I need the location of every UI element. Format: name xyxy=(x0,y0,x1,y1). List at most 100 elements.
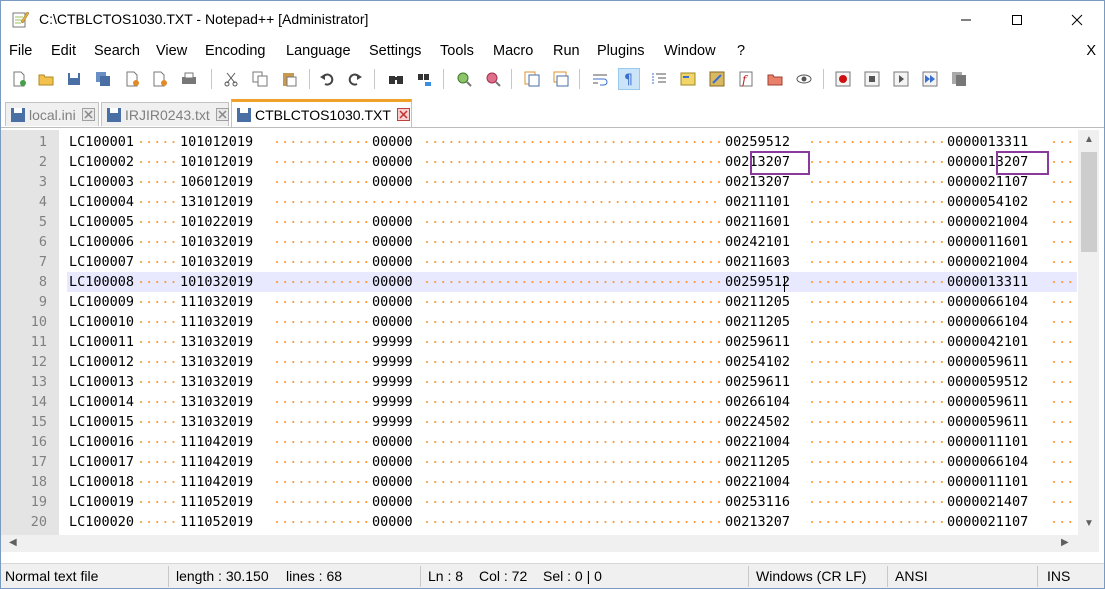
new-file-icon[interactable] xyxy=(8,68,30,90)
whitespace-dots xyxy=(273,381,369,383)
close-file-icon[interactable] xyxy=(121,68,143,90)
monitoring-icon[interactable] xyxy=(793,68,815,90)
tab-irjir0243[interactable]: IRJIR0243.txt xyxy=(101,102,229,126)
text-line[interactable]: LC100006 101032019 00000 00242101 0000011601 xyxy=(67,232,1077,252)
text-line[interactable]: LC100005 101022019 00000 00211601 0000021004 xyxy=(67,212,1077,232)
tab-close-icon[interactable] xyxy=(81,108,95,121)
whitespace-dots xyxy=(273,401,369,403)
menu-tools[interactable]: Tools xyxy=(440,43,474,59)
cut-icon[interactable] xyxy=(220,68,242,90)
text-line[interactable]: LC100001 101012019 00000 00259512 0000013311 xyxy=(67,132,1077,152)
redo-icon[interactable] xyxy=(344,68,366,90)
save-all-icon[interactable] xyxy=(92,68,114,90)
text-line[interactable]: LC100016 111042019 00000 00221004 0000011101 xyxy=(67,432,1077,452)
field-4: 00213207 xyxy=(725,172,791,192)
sync-horizontal-icon[interactable] xyxy=(550,68,572,90)
stop-macro-icon[interactable] xyxy=(861,68,883,90)
text-line[interactable]: LC100012 131032019 99999 00254102 0000059611 xyxy=(67,352,1077,372)
field-5: 0000013311 xyxy=(947,132,1029,152)
copy-icon[interactable] xyxy=(249,68,271,90)
status-eol: Windows (CR LF) xyxy=(756,568,867,584)
scroll-up-icon[interactable]: ▲ xyxy=(1084,134,1094,145)
record-macro-icon[interactable] xyxy=(832,68,854,90)
scroll-left-icon[interactable]: ◀ xyxy=(9,537,17,548)
zoom-out-icon[interactable] xyxy=(482,68,504,90)
folder-workspace-icon[interactable] xyxy=(764,68,786,90)
scroll-right-icon[interactable]: ▶ xyxy=(1061,537,1069,548)
text-line[interactable]: LC100015 131032019 99999 00224502 0000059611 xyxy=(67,412,1077,432)
text-line[interactable]: LC100007 101032019 00000 00211603 0000021004 xyxy=(67,252,1077,272)
vertical-scrollbar[interactable]: ▲ ▼ xyxy=(1078,130,1099,535)
text-line[interactable]: LC100020 111052019 00000 00213207 0000021107 xyxy=(67,512,1077,532)
save-icon[interactable] xyxy=(63,68,85,90)
close-document-button[interactable]: X xyxy=(1086,43,1096,59)
doc-map-icon[interactable] xyxy=(706,68,728,90)
scroll-down-icon[interactable]: ▼ xyxy=(1084,518,1094,529)
text-line[interactable]: LC100008 101032019 00000 00259512 0000013311 xyxy=(67,272,1077,292)
menu-run[interactable]: Run xyxy=(553,43,580,59)
title-bar: C:\CTBLCTOS1030.TXT - Notepad++ [Adminis… xyxy=(1,1,1104,39)
whitespace-dots xyxy=(273,201,722,203)
maximize-button[interactable] xyxy=(994,1,1040,39)
text-line[interactable]: LC100009 111032019 00000 00211205 0000066104 xyxy=(67,292,1077,312)
field-2: 131032019 xyxy=(180,332,254,352)
close-window-button[interactable] xyxy=(1054,1,1100,39)
menu-edit[interactable]: Edit xyxy=(51,43,76,59)
menu-search[interactable]: Search xyxy=(94,43,140,59)
whitespace-dots xyxy=(137,521,177,523)
menu-file[interactable]: File xyxy=(9,43,32,59)
text-line[interactable]: LC100014 131032019 99999 00266104 0000059611 xyxy=(67,392,1077,412)
whitespace-dots xyxy=(423,301,722,303)
menu-plugins[interactable]: Plugins xyxy=(597,43,645,59)
text-line[interactable]: LC100017 111042019 00000 00211205 0000066104 xyxy=(67,452,1077,472)
tab-close-icon[interactable] xyxy=(396,108,410,121)
save-macro-icon[interactable] xyxy=(948,68,970,90)
text-line[interactable]: LC100018 111042019 00000 00221004 0000011101 xyxy=(67,472,1077,492)
text-line[interactable]: LC100004 131012019 00211101 0000054102 xyxy=(67,192,1077,212)
text-line[interactable]: LC100011 131032019 99999 00259611 0000042101 xyxy=(67,332,1077,352)
menu-macro[interactable]: Macro xyxy=(493,43,533,59)
word-wrap-icon[interactable] xyxy=(589,68,611,90)
find-icon[interactable] xyxy=(385,68,407,90)
tab-local-ini[interactable]: local.ini xyxy=(5,102,99,126)
print-icon[interactable] xyxy=(178,68,200,90)
indent-guide-icon[interactable] xyxy=(648,68,670,90)
field-3: 99999 xyxy=(372,392,413,412)
function-list-icon[interactable]: f xyxy=(735,68,757,90)
show-all-chars-icon[interactable]: ¶ xyxy=(618,68,640,90)
minimize-button[interactable] xyxy=(943,1,989,39)
menu-language[interactable]: Language xyxy=(286,43,351,59)
replace-icon[interactable] xyxy=(414,68,436,90)
play-macro-icon[interactable] xyxy=(890,68,912,90)
tab-ctblctos1030[interactable]: CTBLCTOS1030.TXT xyxy=(231,99,412,127)
field-4: 00211205 xyxy=(725,312,791,332)
text-line[interactable]: LC100003 106012019 00000 00213207 0000021107 xyxy=(67,172,1077,192)
field-4: 00259611 xyxy=(725,332,791,352)
undo-icon[interactable] xyxy=(316,68,338,90)
sync-vertical-icon[interactable] xyxy=(521,68,543,90)
run-macro-multiple-icon[interactable] xyxy=(919,68,941,90)
menu-view[interactable]: View xyxy=(156,43,187,59)
tab-close-icon[interactable] xyxy=(215,108,229,121)
zoom-in-icon[interactable] xyxy=(453,68,475,90)
paste-icon[interactable] xyxy=(278,68,300,90)
horizontal-scrollbar[interactable]: ◀ ▶ xyxy=(1,535,1078,552)
user-language-icon[interactable] xyxy=(677,68,699,90)
text-line[interactable]: LC100013 131032019 99999 00259611 0000059512 xyxy=(67,372,1077,392)
whitespace-dots xyxy=(273,441,369,443)
open-file-icon[interactable] xyxy=(35,68,57,90)
field-4: 00254102 xyxy=(725,352,791,372)
close-all-icon[interactable] xyxy=(149,68,171,90)
text-editor[interactable]: 1 2 3 4 5 6 7 8 9 10 11 12 13 14 15 16 17 18 19 20 LC100001… xyxy=(1,130,1104,535)
whitespace-dots xyxy=(808,181,944,183)
menu-encoding[interactable]: Encoding xyxy=(205,43,265,59)
menu-settings[interactable]: Settings xyxy=(369,43,421,59)
menu-window[interactable]: Window xyxy=(664,43,716,59)
menu-help[interactable]: ? xyxy=(737,43,745,59)
text-line[interactable]: LC100019 111052019 00000 00253116 0000021407 xyxy=(67,492,1077,512)
text-line[interactable]: LC100010 111032019 00000 00211205 0000066104 xyxy=(67,312,1077,332)
text-line[interactable]: LC100002 101012019 00000 00213207 0000013207 xyxy=(67,152,1077,172)
line-number: 2 xyxy=(38,154,47,170)
vertical-scroll-thumb[interactable] xyxy=(1081,152,1097,252)
whitespace-dots xyxy=(1050,321,1075,323)
